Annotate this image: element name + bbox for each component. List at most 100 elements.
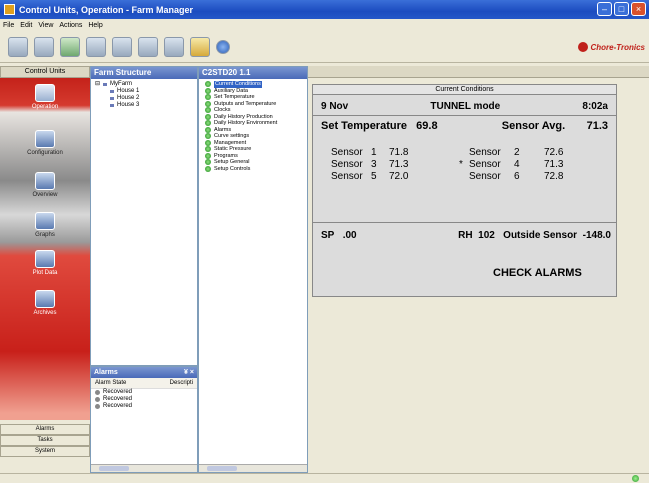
status-dot-icon	[205, 81, 211, 88]
maximize-button[interactable]: □	[614, 2, 629, 16]
house-label: House 2	[117, 95, 140, 101]
tree-root[interactable]: ⊟ MyFarm	[95, 81, 193, 88]
farm-icon	[102, 82, 109, 87]
device-scrollbar[interactable]	[199, 464, 307, 472]
refresh-button[interactable]	[60, 36, 80, 57]
pin-icon[interactable]: ¥	[184, 369, 188, 376]
alarm-row[interactable]: Recovered	[91, 403, 197, 410]
rh-label: RH	[458, 230, 473, 241]
col-alarm-state[interactable]: Alarm State	[95, 380, 126, 386]
nav-system[interactable]: System	[0, 446, 90, 457]
settings-button[interactable]	[190, 36, 210, 57]
status-dot-icon	[205, 152, 211, 159]
sensor-avg-label: Sensor Avg.	[501, 120, 566, 132]
tree-house[interactable]: House 1	[95, 88, 193, 95]
sensor-value: 71.3	[544, 159, 564, 170]
nav-item-label: Graphs	[35, 232, 55, 238]
nav-tasks[interactable]: Tasks	[0, 435, 90, 446]
sensor-mark	[459, 171, 469, 183]
tree-house[interactable]: House 3	[95, 102, 193, 109]
sensor-label: Sensor	[469, 171, 501, 182]
close-icon[interactable]: ×	[190, 369, 194, 376]
main-header	[308, 66, 649, 78]
sensor-num: 4	[514, 159, 520, 170]
configuration-icon	[35, 130, 55, 148]
sensor-value: 72.8	[544, 171, 564, 182]
sensor-value: 71.8	[389, 147, 409, 158]
cc-divider	[313, 222, 616, 223]
print-button[interactable]	[164, 36, 184, 57]
col-description[interactable]: Descripti	[170, 380, 193, 386]
sensor-value: 72.0	[389, 171, 409, 182]
sensor-row: Sensor 5 72.0 Sensor 6 72.8	[331, 171, 584, 183]
status-dot-icon	[205, 133, 211, 140]
menu-view[interactable]: View	[38, 22, 53, 29]
title-bar: Control Units, Operation - Farm Manager …	[0, 0, 649, 19]
alarm-state: Recovered	[103, 389, 133, 395]
house-icon	[109, 96, 115, 101]
status-dot-icon	[205, 113, 211, 120]
nav-item-configuration[interactable]: Configuration	[0, 130, 90, 156]
alarm-row[interactable]: Recovered	[91, 389, 197, 396]
expand-icon[interactable]: ⊟	[95, 81, 100, 88]
house-label: House 3	[117, 102, 140, 108]
menu-edit[interactable]: Edit	[20, 22, 32, 29]
alarms-scrollbar[interactable]	[91, 464, 197, 472]
menu-actions[interactable]: Actions	[59, 22, 82, 29]
status-dot-icon	[205, 87, 211, 94]
sp-value: .00	[342, 230, 357, 241]
back-button[interactable]	[8, 36, 28, 57]
scrollbar-thumb[interactable]	[99, 466, 129, 471]
cc-date: 9 Nov	[321, 101, 349, 112]
logo-text: Chore-Tronics	[590, 42, 645, 52]
scrollbar-thumb[interactable]	[207, 466, 237, 471]
graphs-icon	[35, 212, 55, 230]
help-button[interactable]	[216, 39, 230, 54]
tools-button[interactable]	[138, 36, 158, 57]
alarm-state: Recovered	[103, 396, 133, 402]
nav-item-archives[interactable]: Archives	[0, 290, 90, 316]
set-temp-value: 69.8	[416, 120, 438, 132]
properties-button[interactable]	[86, 36, 106, 57]
sensor-mark: *	[459, 159, 463, 170]
list-button[interactable]	[112, 36, 132, 57]
nav-alarms[interactable]: Alarms	[0, 424, 90, 435]
tree-house[interactable]: House 2	[95, 95, 193, 102]
sensor-value: 72.6	[544, 147, 564, 158]
alarms-header: Alarms ¥ ×	[91, 367, 197, 378]
sensor-num: 5	[371, 171, 377, 182]
overview-icon	[35, 172, 55, 190]
alarms-panel: Alarms ¥ × Alarm State Descripti Recover…	[90, 366, 198, 473]
nav-item-label: Archives	[33, 310, 57, 316]
cc-time: 8:02a	[582, 101, 608, 112]
app-icon	[4, 4, 15, 15]
left-nav: Control Units Operation Configuration Ov…	[0, 66, 90, 473]
sensor-value: 71.3	[389, 159, 409, 170]
menu-file[interactable]: File	[3, 22, 14, 29]
status-dot-icon	[205, 159, 211, 166]
sensor-mark	[459, 147, 469, 159]
nav-item-label: Overview	[32, 192, 58, 198]
nav-item-operation[interactable]: Operation	[0, 84, 90, 110]
menu-help[interactable]: Help	[88, 22, 102, 29]
nav-item-overview[interactable]: Overview	[0, 172, 90, 198]
farm-structure-panel: Farm Structure ⊟ MyFarm House 1 House 2 …	[90, 66, 198, 366]
cc-mode: TUNNEL mode	[430, 101, 501, 112]
status-bar	[0, 473, 649, 483]
minimize-button[interactable]: –	[597, 2, 612, 16]
nav-item-plot-data[interactable]: Plot Data	[0, 250, 90, 276]
status-dot-icon	[205, 139, 211, 146]
logo-mark-icon	[578, 42, 589, 52]
close-button[interactable]: ×	[631, 2, 646, 16]
nav-header[interactable]: Control Units	[0, 66, 90, 78]
rh-value: 102	[478, 230, 495, 241]
forward-button[interactable]	[34, 36, 54, 57]
alarms-title: Alarms	[94, 369, 118, 376]
sp-label: SP	[321, 230, 335, 241]
nav-item-label: Configuration	[27, 150, 63, 156]
device-item-setup-controls[interactable]: Setup Controls	[205, 166, 301, 173]
status-dot-icon	[205, 100, 211, 107]
check-alarms-alert: CHECK ALARMS	[493, 267, 582, 279]
alarm-row[interactable]: Recovered	[91, 396, 197, 403]
nav-item-graphs[interactable]: Graphs	[0, 212, 90, 238]
